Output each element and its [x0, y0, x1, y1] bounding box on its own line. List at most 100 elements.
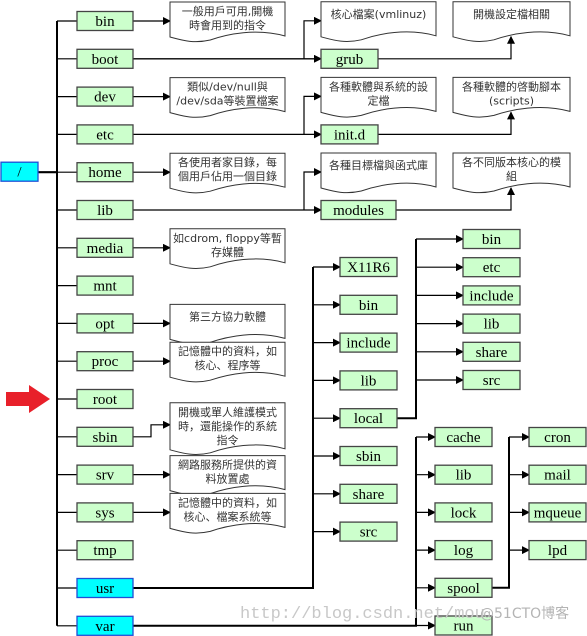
note-grub-left-text: 核心檔案(vmlinuz) — [331, 7, 427, 21]
dir-proc[interactable]: proc — [76, 351, 134, 372]
dir-local-share[interactable]: share — [462, 341, 521, 362]
dir-lib[interactable]: lib — [76, 199, 134, 221]
dir-root[interactable]: root — [76, 388, 134, 410]
dir-usr-src[interactable]: src — [339, 521, 398, 542]
dir-boot-grub-label: grub — [336, 52, 364, 68]
dir-var-lock[interactable]: lock — [434, 502, 493, 523]
dir-usr-local-label: local — [354, 411, 383, 427]
dir-usr-bin[interactable]: bin — [339, 294, 398, 315]
dir-var[interactable]: var — [76, 615, 134, 636]
dir-local-etc[interactable]: etc — [462, 257, 521, 278]
dir-etc-label: etc — [96, 127, 114, 143]
dir-local-lib[interactable]: lib — [462, 313, 521, 334]
dir-usr-sbin[interactable]: sbin — [339, 445, 398, 467]
dir-home[interactable]: home — [76, 162, 134, 183]
note-bin: 一般用戶可用,開機時會用到的指令 — [169, 1, 286, 43]
dir-sbin[interactable]: sbin — [76, 426, 134, 447]
dir-srv-label: srv — [96, 468, 115, 484]
dir-media[interactable]: media — [76, 237, 134, 258]
dir-root-label: root — [93, 392, 118, 408]
dir-boot-label: boot — [92, 52, 120, 68]
note-grub-right: 開機設定檔相關 — [452, 1, 571, 42]
dir-lib-label: lib — [97, 203, 113, 219]
dir-mnt[interactable]: mnt — [76, 275, 134, 296]
dir-var-cache[interactable]: cache — [434, 426, 493, 448]
dir-lib-modules-label: modules — [333, 203, 384, 219]
dir-usr-X11R6-label: X11R6 — [347, 260, 390, 276]
dir-media-label: media — [87, 241, 124, 257]
dir-usr-share-label: share — [353, 487, 385, 503]
dir-srv[interactable]: srv — [76, 464, 134, 485]
note-init.d-left: 各種軟體與系統的設定檔 — [320, 76, 437, 118]
connector-boot-note — [303, 16, 322, 59]
dir-var-spool[interactable]: spool — [434, 577, 493, 598]
note-dev: 類似/dev/null與/dev/sda等裝置檔案 — [169, 77, 286, 118]
note-init.d-right: 各種軟體的啓動腳本(scripts) — [452, 76, 571, 118]
dir-var-lib-label: lib — [456, 468, 472, 484]
note-grub-left: 核心檔案(vmlinuz) — [320, 1, 437, 42]
dir-local-share-label: share — [476, 345, 508, 361]
dir-usr-X11R6[interactable]: X11R6 — [339, 256, 398, 278]
dir-var-lib[interactable]: lib — [434, 464, 493, 485]
dir-spool-mqueue-label: mqueue — [534, 505, 582, 521]
dir-var-cache-label: cache — [446, 430, 480, 446]
dir-usr-src-label: src — [360, 525, 378, 541]
note-sys: 記憶體中的資料，如核心、檔案系統等 — [169, 492, 286, 534]
dir-spool-mail-label: mail — [544, 468, 571, 484]
note-grub-right-text: 開機設定檔相關 — [473, 7, 550, 21]
dir-tmp[interactable]: tmp — [76, 540, 134, 561]
dir-home-label: home — [88, 165, 122, 181]
dir-local-lib-label: lib — [484, 317, 500, 333]
dir-spool-mail[interactable]: mail — [528, 464, 587, 485]
dir-usr-label: usr — [96, 581, 114, 597]
dir-local-include-label: include — [469, 288, 513, 304]
spool-trunk — [492, 437, 510, 589]
dir-bin-label: bin — [95, 14, 115, 30]
watermark-url: http://blog.csdn.net/mou — [240, 605, 485, 624]
note-modules-right: 各不同版本核心的模組 — [452, 152, 571, 194]
note-home: 各使用者家目錄，每個用戶佔用一個目錄 — [169, 152, 286, 194]
dir-opt-label: opt — [95, 316, 115, 332]
dir-var-log[interactable]: log — [434, 539, 493, 561]
dir-dev[interactable]: dev — [76, 86, 134, 107]
dir-local-include[interactable]: include — [462, 285, 521, 306]
dir-spool-lpd[interactable]: lpd — [528, 539, 587, 561]
dir-usr-include[interactable]: include — [339, 332, 398, 353]
dir-local-bin[interactable]: bin — [462, 228, 521, 250]
root-directory-node[interactable]: / — [0, 161, 39, 182]
dir-boot-grub[interactable]: grub — [320, 48, 379, 69]
note-proc: 記憶體中的資料，如核心、程序等 — [169, 341, 286, 383]
red-pointer-arrow-icon — [6, 385, 50, 413]
dir-spool-cron-label: cron — [544, 430, 571, 446]
dir-boot[interactable]: boot — [76, 48, 134, 69]
dir-lib-modules[interactable]: modules — [320, 199, 397, 221]
note-opt: 第三方協力軟體 — [169, 303, 286, 345]
dir-etc-init.d-label: init.d — [334, 127, 366, 143]
dir-var-spool-label: spool — [447, 581, 480, 597]
note-opt-text: 第三方協力軟體 — [189, 309, 266, 323]
dir-usr-lib[interactable]: lib — [339, 370, 398, 391]
dir-etc-init.d[interactable]: init.d — [320, 124, 379, 145]
dir-bin[interactable]: bin — [76, 10, 134, 32]
dir-usr-sbin-label: sbin — [356, 449, 382, 465]
note-home-text: 各使用者家目錄，每個用戶佔用一個目錄 — [178, 155, 277, 183]
dir-var-log-label: log — [454, 543, 474, 559]
note-dev-text: 類似/dev/null與/dev/sda等裝置檔案 — [176, 80, 278, 108]
dir-sys[interactable]: sys — [76, 502, 134, 523]
dir-sys-label: sys — [95, 505, 114, 521]
local-trunk — [397, 239, 417, 420]
dir-spool-mqueue[interactable]: mqueue — [528, 502, 587, 523]
dir-usr-share[interactable]: share — [339, 483, 398, 504]
connector-etc-note — [303, 92, 322, 135]
dir-etc[interactable]: etc — [76, 124, 134, 145]
dir-opt[interactable]: opt — [76, 313, 134, 334]
dir-usr[interactable]: usr — [76, 577, 134, 599]
dir-dev-label: dev — [94, 90, 116, 106]
note-modules-left-text: 各種目標檔與函式庫 — [329, 158, 428, 172]
dir-local-src[interactable]: src — [462, 369, 521, 391]
dir-var-lock-label: lock — [451, 505, 477, 521]
dir-mnt-label: mnt — [93, 279, 117, 295]
dir-usr-local[interactable]: local — [339, 408, 398, 429]
dir-spool-cron[interactable]: cron — [528, 426, 587, 448]
dir-local-src-label: src — [483, 373, 501, 389]
